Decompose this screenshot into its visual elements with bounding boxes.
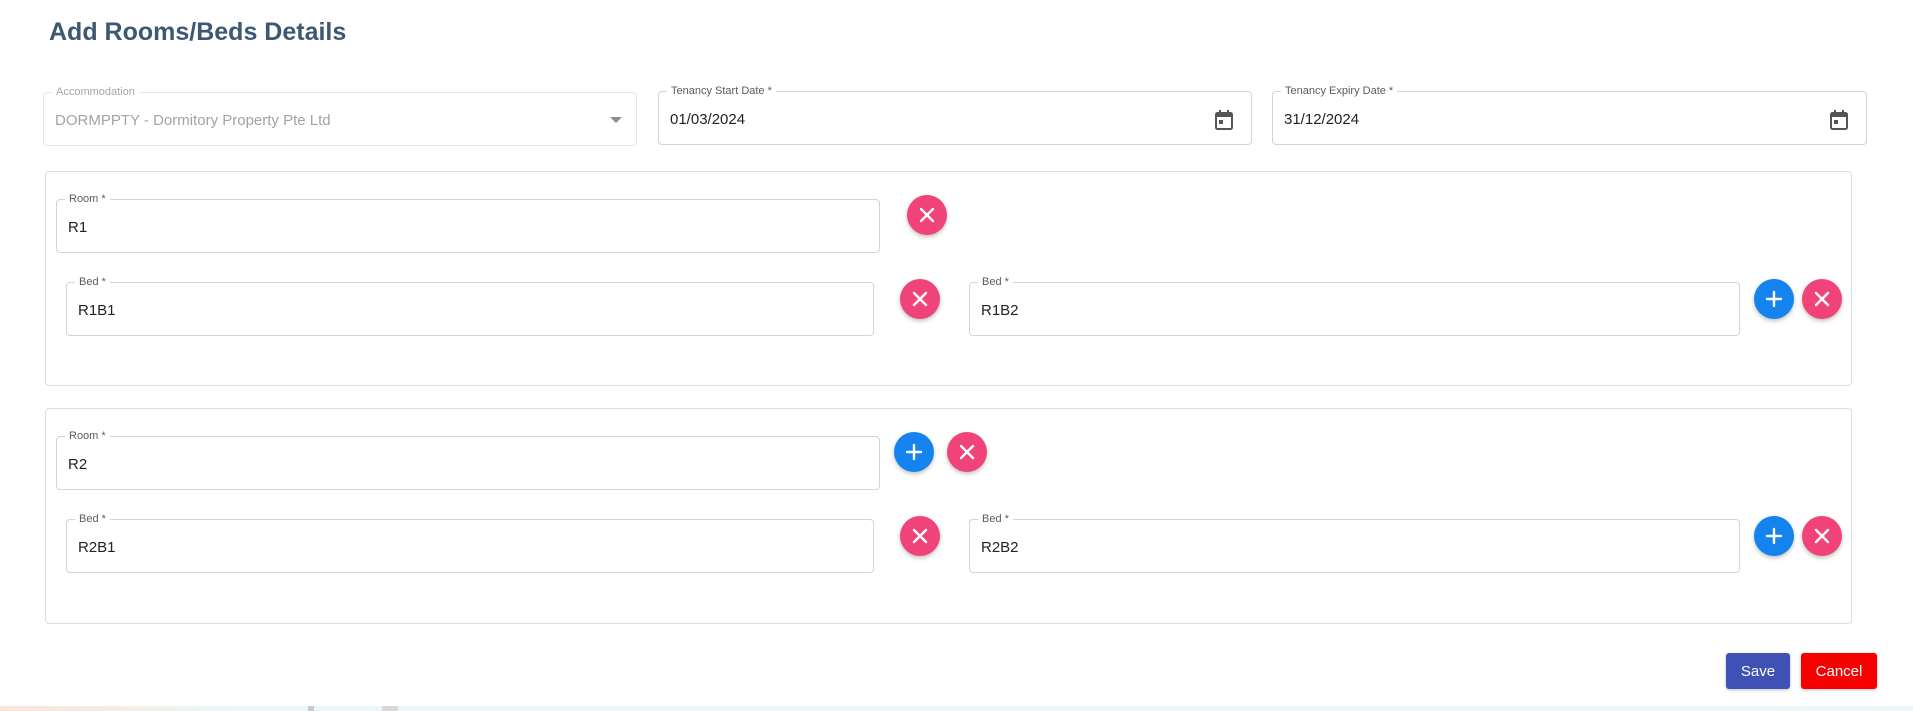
bed-label: Bed * [978,275,1013,289]
page-title: Add Rooms/Beds Details [49,18,347,46]
plus-icon [905,443,923,461]
room-field[interactable]: Room * R2 [56,429,880,490]
save-button[interactable]: Save [1726,653,1790,689]
bed-value: R2B2 [981,539,1019,556]
tenancy-start-date-label: Tenancy Start Date * [667,84,776,98]
caret-down-icon [610,117,622,123]
room-value: R2 [68,456,88,473]
footer-strip [0,706,1913,711]
close-icon [912,528,928,544]
close-icon [912,291,928,307]
remove-bed-button[interactable] [1802,279,1842,319]
plus-icon [1765,290,1783,308]
close-icon [959,444,975,460]
tenancy-expiry-date-field[interactable]: Tenancy Expiry Date * 31/12/2024 [1272,84,1867,145]
room-label: Room * [65,192,110,206]
plus-icon [1765,527,1783,545]
bed-label: Bed * [978,512,1013,526]
bed-field[interactable]: Bed * R2B2 [969,512,1740,573]
remove-bed-button[interactable] [900,516,940,556]
bed-field[interactable]: Bed * R1B1 [66,275,874,336]
bed-value: R1B1 [78,302,116,319]
remove-room-button[interactable] [947,432,987,472]
add-bed-button[interactable] [1754,279,1794,319]
remove-bed-button[interactable] [1802,516,1842,556]
tenancy-expiry-date-label: Tenancy Expiry Date * [1281,84,1398,98]
bed-label: Bed * [75,275,110,289]
remove-room-button[interactable] [907,195,947,235]
footer-mark [308,706,314,711]
close-icon [1814,528,1830,544]
room-value: R1 [68,219,88,236]
calendar-icon[interactable] [1830,110,1848,130]
accommodation-label: Accommodation [52,85,139,99]
cancel-button[interactable]: Cancel [1801,653,1877,689]
remove-bed-button[interactable] [900,279,940,319]
bed-value: R2B1 [78,539,116,556]
tenancy-expiry-date-value: 31/12/2024 [1284,111,1360,128]
close-icon [919,207,935,223]
footer-mark [382,706,398,711]
bed-field[interactable]: Bed * R1B2 [969,275,1740,336]
tenancy-start-date-value: 01/03/2024 [670,111,746,128]
calendar-icon[interactable] [1215,110,1233,130]
add-room-button[interactable] [894,432,934,472]
tenancy-start-date-field[interactable]: Tenancy Start Date * 01/03/2024 [658,84,1252,145]
accommodation-value: DORMPPTY - Dormitory Property Pte Ltd [55,112,331,129]
bed-field[interactable]: Bed * R2B1 [66,512,874,573]
room-label: Room * [65,429,110,443]
accommodation-select: Accommodation DORMPPTY - Dormitory Prope… [43,85,637,146]
bed-label: Bed * [75,512,110,526]
close-icon [1814,291,1830,307]
room-field[interactable]: Room * R1 [56,192,880,253]
add-bed-button[interactable] [1754,516,1794,556]
bed-value: R1B2 [981,302,1019,319]
